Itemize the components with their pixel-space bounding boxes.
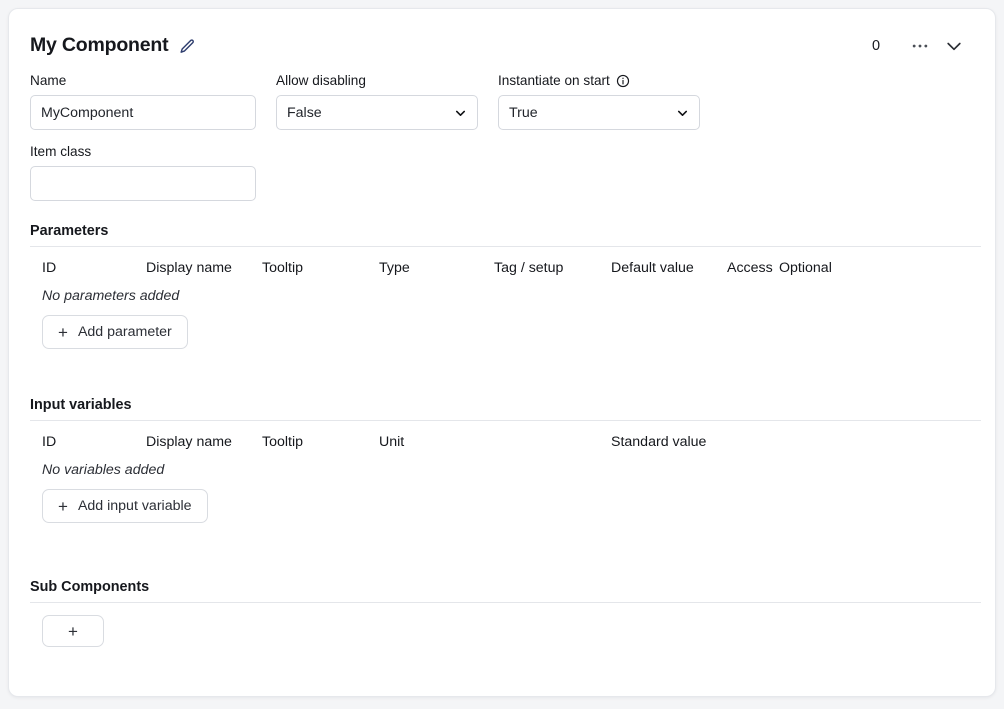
add-input-variable-button[interactable]: + Add input variable	[42, 489, 208, 523]
add-sub-component-button[interactable]: +	[42, 615, 104, 647]
sub-components-divider	[30, 602, 981, 603]
parameters-section: Parameters ID Display name Tooltip Type …	[30, 223, 983, 349]
column-header-type: Type	[379, 259, 494, 277]
allow-disabling-select[interactable]: False	[276, 95, 478, 130]
column-header-id: ID	[30, 433, 146, 451]
sub-components-title: Sub Components	[30, 579, 983, 595]
pencil-edit-icon[interactable]	[179, 38, 196, 55]
add-input-variable-label: Add input variable	[78, 498, 192, 514]
add-parameter-label: Add parameter	[78, 324, 172, 340]
column-header-standard-value: Standard value	[611, 433, 727, 451]
input-variables-section: Input variables ID Display name Tooltip …	[30, 397, 983, 523]
field-instantiate-on-start: Instantiate on start True	[498, 73, 700, 130]
item-count: 0	[865, 38, 887, 54]
plus-icon: +	[58, 498, 68, 515]
column-header-default-value: Default value	[611, 259, 727, 277]
header-actions: 0	[865, 31, 983, 61]
form-row-primary: Name Allow disabling False Instantiate o…	[30, 73, 983, 130]
column-header-display-name: Display name	[146, 433, 262, 451]
ellipsis-horizontal-icon[interactable]	[903, 31, 937, 61]
field-allow-disabling: Allow disabling False	[276, 73, 478, 130]
column-header-unit: Unit	[379, 433, 611, 451]
parameters-empty-message: No parameters added	[30, 288, 983, 304]
card-inner: My Component 0	[30, 29, 983, 696]
add-parameter-button[interactable]: + Add parameter	[42, 315, 188, 349]
input-variables-empty-message: No variables added	[30, 462, 983, 478]
column-header-access: Access	[727, 259, 779, 277]
column-header-optional: Optional	[779, 259, 869, 277]
parameters-column-headers: ID Display name Tooltip Type Tag / setup…	[30, 247, 983, 277]
card-header: My Component 0	[30, 29, 983, 63]
info-circle-icon[interactable]	[616, 74, 630, 88]
instantiate-on-start-label: Instantiate on start	[498, 73, 610, 89]
input-variables-column-headers: ID Display name Tooltip Unit Standard va…	[30, 421, 983, 451]
parameters-title: Parameters	[30, 223, 983, 239]
instantiate-on-start-label-wrap: Instantiate on start	[498, 73, 700, 89]
column-header-tooltip: Tooltip	[262, 433, 379, 451]
instantiate-on-start-select-wrap: True	[498, 95, 700, 130]
instantiate-on-start-select[interactable]: True	[498, 95, 700, 130]
component-editor-card: My Component 0	[8, 8, 996, 697]
allow-disabling-select-wrap: False	[276, 95, 478, 130]
name-label: Name	[30, 73, 256, 89]
name-input[interactable]	[30, 95, 256, 130]
column-header-tooltip: Tooltip	[262, 259, 379, 277]
input-variables-title: Input variables	[30, 397, 983, 413]
sub-components-section: Sub Components +	[30, 579, 983, 647]
column-header-tag-setup: Tag / setup	[494, 259, 611, 277]
plus-icon: +	[68, 623, 78, 640]
allow-disabling-label: Allow disabling	[276, 73, 478, 89]
field-name: Name	[30, 73, 256, 130]
plus-icon: +	[58, 324, 68, 341]
form-row-secondary: Item class	[30, 144, 983, 201]
column-header-id: ID	[30, 259, 146, 277]
chevron-down-icon[interactable]	[937, 31, 971, 61]
column-header-display-name: Display name	[146, 259, 262, 277]
item-class-input[interactable]	[30, 166, 256, 201]
field-item-class: Item class	[30, 144, 256, 201]
item-class-label: Item class	[30, 144, 256, 160]
page-title: My Component	[30, 36, 168, 56]
